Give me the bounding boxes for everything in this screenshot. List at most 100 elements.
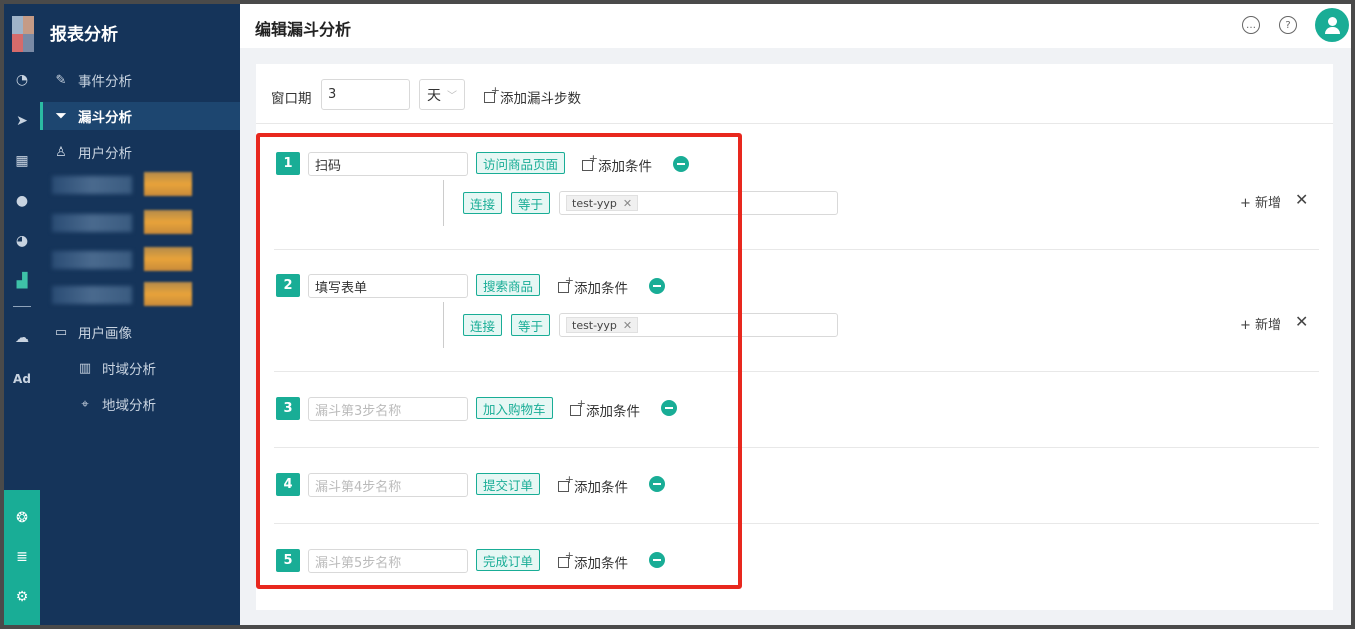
edit-icon: ✎ [55, 72, 67, 88]
condition-value-input[interactable]: test-yyp ✕ [559, 191, 838, 215]
add-funnel-step-button[interactable]: 添加漏斗步数 [484, 84, 581, 107]
menu-item-label: 地域分析 [102, 398, 156, 414]
event-selector[interactable]: 加入购物车 [476, 397, 553, 419]
menu-item-time-analysis[interactable]: ▥ 时域分析 [40, 354, 240, 382]
app-logo [12, 16, 34, 52]
users-icon[interactable]: ◕ [4, 229, 40, 253]
close-icon[interactable]: ✕ [1295, 190, 1308, 209]
dashboard-icon[interactable]: ◔ [4, 68, 40, 92]
network-icon[interactable]: ❂ [4, 506, 40, 530]
window-unit-value: 天 [427, 87, 441, 104]
close-icon[interactable]: ✕ [623, 319, 632, 332]
folder-icon: ▭ [54, 324, 68, 340]
blurred-menu-item[interactable] [52, 210, 192, 234]
condition-connector [443, 302, 444, 348]
add-new-condition-button[interactable]: + 新增 [1240, 314, 1281, 333]
add-condition-button[interactable]: 添加条件 [558, 473, 628, 496]
step-name-input[interactable]: 漏斗第4步名称 [308, 473, 468, 497]
message-icon[interactable]: … [1242, 16, 1260, 34]
menu-item-user-analysis[interactable]: ♙ 用户分析 [40, 138, 240, 166]
condition-value-input[interactable]: test-yyp ✕ [559, 313, 838, 337]
event-selector[interactable]: 完成订单 [476, 549, 541, 571]
condition-connector [443, 180, 444, 226]
event-selector[interactable]: 搜索商品 [476, 274, 541, 296]
menu-item-funnel-analysis[interactable]: ⏷ 漏斗分析 [40, 102, 240, 130]
menu-item-region-analysis[interactable]: ⌖ 地域分析 [40, 390, 240, 418]
event-selector[interactable]: 提交订单 [476, 473, 541, 495]
menu-item-label: 用户画像 [78, 326, 132, 342]
add-icon [484, 84, 500, 103]
value-chip: test-yyp ✕ [566, 317, 639, 333]
add-condition-label: 添加条件 [574, 556, 628, 572]
step-number: 4 [276, 473, 300, 496]
add-condition-label: 添加条件 [598, 159, 652, 175]
ad-icon[interactable]: Ad [4, 367, 40, 391]
step-divider [274, 249, 1319, 250]
close-icon[interactable]: ✕ [1295, 312, 1308, 331]
chip-label: test-yyp [572, 318, 617, 332]
chevron-down-icon: ﹀ [447, 91, 457, 102]
add-new-condition-button[interactable]: + 新增 [1240, 192, 1281, 211]
window-period-label: 窗口期 [271, 91, 312, 107]
condition-operator-tag[interactable]: 等于 [511, 192, 551, 214]
blurred-menu-item[interactable] [52, 282, 192, 306]
location-icon: ⌖ [81, 396, 89, 412]
step-divider [274, 371, 1319, 372]
window-period-input[interactable]: 3 [321, 79, 410, 110]
step-number: 2 [276, 274, 300, 297]
top-header: 编辑漏斗分析 … ? [240, 4, 1351, 48]
blurred-menu-item[interactable] [52, 172, 192, 196]
rail-bottom-group: ❂ ≣ ⚙ [4, 490, 40, 625]
step-name-input[interactable]: 扫码 [308, 152, 468, 176]
page-title: 编辑漏斗分析 [255, 20, 352, 39]
app-window: ◔ ➤ ▦ ● ◕ ▟ ☁ Ad ❂ ≣ ⚙ 报表分析 ✎ 事件分析 ⏷ 漏斗分析 … [4, 4, 1351, 625]
close-icon[interactable]: ✕ [623, 197, 632, 210]
add-icon [570, 397, 586, 416]
add-icon [558, 549, 574, 568]
bar-chart-icon[interactable]: ▟ [4, 269, 40, 293]
step-number: 5 [276, 549, 300, 572]
server-icon[interactable]: ≣ [4, 545, 40, 569]
add-condition-button[interactable]: 添加条件 [570, 397, 640, 420]
add-condition-label: 添加条件 [574, 281, 628, 297]
layout-icon[interactable]: ▦ [4, 149, 40, 173]
add-funnel-step-label: 添加漏斗步数 [500, 91, 581, 107]
step-number: 3 [276, 397, 300, 420]
step-divider [274, 523, 1319, 524]
window-unit-select[interactable]: 天 ﹀ [419, 79, 465, 110]
remove-step-icon[interactable] [649, 476, 665, 492]
menu-item-label: 事件分析 [78, 74, 132, 90]
user-icon: ♙ [55, 144, 67, 160]
add-condition-button[interactable]: 添加条件 [558, 549, 628, 572]
menu-item-label: 用户分析 [78, 146, 132, 162]
menu-title: 报表分析 [50, 25, 118, 45]
add-condition-label: 添加条件 [586, 404, 640, 420]
add-icon [558, 274, 574, 293]
condition-property-tag[interactable]: 连接 [463, 314, 503, 336]
gear-icon[interactable]: ⚙ [4, 585, 40, 609]
sidebar-menu: 报表分析 ✎ 事件分析 ⏷ 漏斗分析 ♙ 用户分析 ▭ 用户画像 ▥ 时域分析 ⌖ 地域分析 [40, 4, 240, 625]
icon-rail: ◔ ➤ ▦ ● ◕ ▟ ☁ Ad ❂ ≣ ⚙ [4, 4, 40, 625]
remove-step-icon[interactable] [673, 156, 689, 172]
wechat-icon[interactable]: ☁ [4, 326, 40, 350]
step-name-input[interactable]: 填写表单 [308, 274, 468, 298]
blurred-menu-item[interactable] [52, 247, 192, 271]
menu-item-label: 时域分析 [102, 362, 156, 378]
send-icon[interactable]: ➤ [4, 109, 40, 133]
add-condition-button[interactable]: 添加条件 [558, 274, 628, 297]
add-condition-button[interactable]: 添加条件 [582, 152, 652, 175]
condition-property-tag[interactable]: 连接 [463, 192, 503, 214]
step-name-input[interactable]: 漏斗第3步名称 [308, 397, 468, 421]
remove-step-icon[interactable] [649, 278, 665, 294]
remove-step-icon[interactable] [661, 400, 677, 416]
help-icon[interactable]: ? [1279, 16, 1297, 34]
avatar[interactable] [1315, 8, 1349, 42]
event-selector[interactable]: 访问商品页面 [476, 152, 566, 174]
menu-item-event-analysis[interactable]: ✎ 事件分析 [40, 66, 240, 94]
step-name-input[interactable]: 漏斗第5步名称 [308, 549, 468, 573]
user-icon[interactable]: ● [4, 189, 40, 213]
rail-divider [13, 306, 31, 307]
menu-item-user-profile[interactable]: ▭ 用户画像 [40, 318, 240, 346]
condition-operator-tag[interactable]: 等于 [511, 314, 551, 336]
remove-step-icon[interactable] [649, 552, 665, 568]
